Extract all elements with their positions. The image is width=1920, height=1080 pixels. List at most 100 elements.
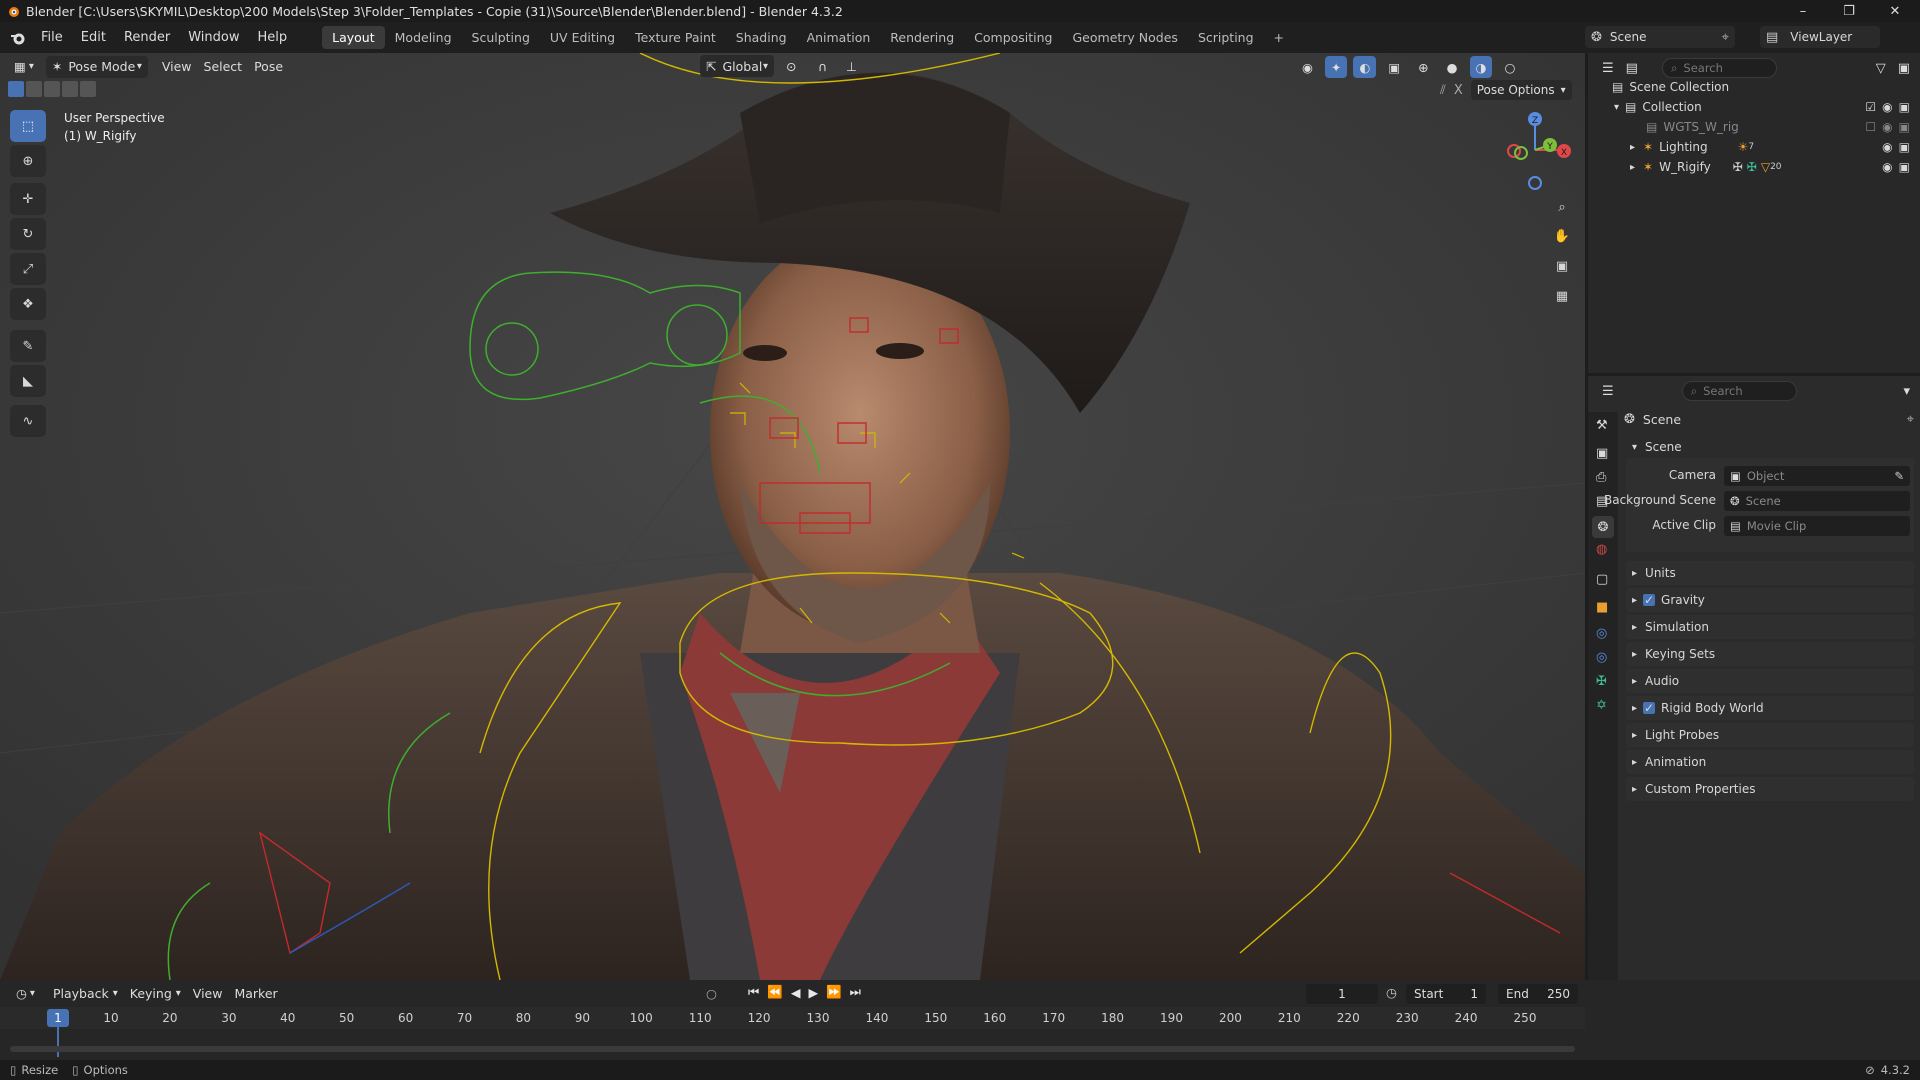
rendered-shading-icon[interactable]: ○	[1498, 56, 1521, 78]
properties-search-input[interactable]: ⌕ Search	[1681, 381, 1797, 401]
menu-file[interactable]: File	[32, 30, 72, 45]
add-workspace-icon[interactable]: +	[1264, 26, 1294, 49]
jump-keyframe-forward-icon[interactable]: ⏩	[826, 984, 842, 1000]
scale-tool[interactable]: ⤢	[10, 253, 46, 285]
end-frame-field[interactable]: End 250	[1498, 984, 1578, 1004]
outliner-editor-type-icon[interactable]: ☰	[1596, 57, 1620, 79]
checkbox-icon[interactable]: ☑	[1865, 100, 1876, 114]
constraints-tab-icon[interactable]: ◎	[1596, 650, 1607, 665]
scene-selector[interactable]: ❂ Scene ⌖	[1585, 26, 1735, 48]
snap-target-button[interactable]: ⊥	[840, 55, 863, 77]
select-subtract-icon[interactable]	[44, 81, 60, 97]
gizmo-toggle-icon[interactable]: ✦	[1324, 56, 1348, 78]
custom-properties-section[interactable]: ▸ Custom Properties	[1626, 777, 1914, 801]
eye-icon[interactable]: ◉	[1882, 160, 1892, 174]
scene-collection-row[interactable]: ▤ Scene Collection	[1588, 77, 1920, 97]
properties-editor-type-icon[interactable]: ☰	[1596, 380, 1620, 402]
gravity-checkbox[interactable]: ✓	[1643, 593, 1656, 607]
solid-shading-icon[interactable]: ●	[1441, 56, 1464, 78]
active-clip-field[interactable]: ▤ Movie Clip	[1724, 516, 1910, 536]
timeline-scrollbar[interactable]	[10, 1046, 1575, 1052]
overlay-toggle-icon[interactable]: ◐	[1353, 56, 1377, 78]
select-invert-icon[interactable]	[62, 81, 78, 97]
wireframe-shading-icon[interactable]: ⊕	[1412, 56, 1434, 78]
camera-render-icon[interactable]: ▣	[1899, 160, 1910, 174]
rotate-tool[interactable]: ↻	[10, 218, 46, 250]
current-frame-field[interactable]: 1	[1306, 984, 1378, 1004]
outliner-search-input[interactable]: ⌕ Search	[1661, 58, 1777, 78]
output-tab-icon[interactable]: ⎙	[1596, 470, 1606, 485]
chevron-down-icon[interactable]: ▾	[1897, 380, 1916, 402]
close-window-button[interactable]: ✕	[1872, 0, 1918, 22]
tab-compositing[interactable]: Compositing	[964, 26, 1062, 49]
transform-tool[interactable]: ❖	[10, 288, 46, 320]
scene-tab-icon[interactable]: ❂	[1592, 516, 1614, 538]
menu-help[interactable]: Help	[249, 30, 297, 45]
collection-row[interactable]: ▾ ▤ Collection ☑ ◉ ▣	[1588, 97, 1920, 117]
move-tool[interactable]: ✛	[10, 183, 46, 215]
eye-icon[interactable]: ◉	[1882, 140, 1892, 154]
camera-render-icon[interactable]: ▣	[1899, 100, 1910, 114]
camera-render-icon[interactable]: ▣	[1899, 120, 1910, 134]
annotate-tool[interactable]: ✎	[10, 330, 46, 362]
zoom-button[interactable]: ⌕	[1548, 193, 1576, 221]
editor-type-button[interactable]: ▦ ▾	[8, 56, 40, 78]
tab-modeling[interactable]: Modeling	[385, 26, 462, 49]
menu-keying[interactable]: Keying ▾	[124, 983, 187, 1005]
play-reverse-icon[interactable]: ◀	[791, 985, 801, 1000]
snap-button[interactable]: ∩	[812, 55, 833, 77]
pin-icon[interactable]: ⌖	[1907, 412, 1914, 427]
chevron-down-icon[interactable]: ▾	[1614, 102, 1619, 113]
object-tab-icon[interactable]: ■	[1596, 600, 1608, 615]
filter-icon[interactable]: ▽	[1870, 57, 1892, 79]
checkbox-icon[interactable]: ☐	[1865, 120, 1876, 134]
bone-tab-icon[interactable]: ✡	[1596, 698, 1607, 713]
pose-options-button[interactable]: Pose Options ▾	[1470, 80, 1572, 100]
mirror-icon[interactable]: ⫽	[1440, 83, 1446, 98]
mode-selector[interactable]: ✶ Pose Mode ▾	[45, 55, 148, 78]
armature-data-tab-icon[interactable]: ✠	[1596, 674, 1607, 689]
navigation-gizmo[interactable]: Z X Y	[1490, 105, 1580, 195]
keying-sets-section[interactable]: ▸ Keying Sets	[1626, 642, 1914, 666]
tab-texture-paint[interactable]: Texture Paint	[625, 26, 726, 49]
pan-button[interactable]: ✋	[1548, 222, 1576, 250]
blender-menu-icon[interactable]	[10, 30, 26, 46]
3d-viewport[interactable]	[0, 53, 1585, 980]
tab-uv-editing[interactable]: UV Editing	[540, 26, 625, 49]
menu-playback[interactable]: Playback ▾	[47, 983, 124, 1005]
select-box-tool[interactable]: ⬚	[10, 110, 46, 142]
menu-pose[interactable]: Pose	[248, 56, 289, 78]
visibility-icon[interactable]: ◉	[1296, 56, 1319, 78]
tab-scripting[interactable]: Scripting	[1188, 26, 1264, 49]
gravity-section[interactable]: ▸ ✓ Gravity	[1626, 588, 1914, 612]
audio-section[interactable]: ▸ Audio	[1626, 669, 1914, 693]
menu-edit[interactable]: Edit	[72, 30, 115, 45]
eye-icon[interactable]: ◉	[1882, 100, 1892, 114]
timeline-editor-type-button[interactable]: ◷ ▾	[10, 983, 41, 1005]
new-collection-icon[interactable]: ▣	[1892, 57, 1916, 79]
light-probes-section[interactable]: ▸ Light Probes	[1626, 723, 1914, 747]
tab-shading[interactable]: Shading	[726, 26, 797, 49]
tab-layout[interactable]: Layout	[322, 26, 385, 49]
orientation-selector[interactable]: ⇱ Global ▾	[700, 55, 774, 77]
stopwatch-icon[interactable]: ◷	[1386, 985, 1397, 1000]
wgts-w-rig-row[interactable]: ▤ WGTS_W_rig ☐ ◉ ▣	[1588, 117, 1920, 137]
eye-icon[interactable]: ◉	[1882, 120, 1892, 134]
animation-section[interactable]: ▸ Animation	[1626, 750, 1914, 774]
pin-icon[interactable]: ⌖	[1722, 30, 1729, 45]
tab-animation[interactable]: Animation	[797, 26, 881, 49]
select-intersect-icon[interactable]	[80, 81, 96, 97]
eyedropper-icon[interactable]: ✎	[1894, 469, 1904, 483]
camera-render-icon[interactable]: ▣	[1899, 140, 1910, 154]
maximize-button[interactable]: ❐	[1826, 0, 1872, 22]
menu-select[interactable]: Select	[198, 56, 249, 78]
chevron-right-icon[interactable]: ▸	[1630, 142, 1635, 153]
x-axis-mirror-icon[interactable]: X	[1454, 83, 1463, 98]
jump-start-icon[interactable]: ⏮	[748, 984, 759, 1000]
viewlayer-selector[interactable]: ▤ ViewLayer	[1760, 26, 1880, 48]
menu-window[interactable]: Window	[179, 30, 248, 45]
xray-icon[interactable]: ▣	[1382, 56, 1406, 78]
auto-keying-icon[interactable]: ○	[706, 986, 717, 1001]
display-mode-icon[interactable]: ▤	[1620, 57, 1644, 79]
camera-view-button[interactable]: ▣	[1548, 252, 1576, 280]
